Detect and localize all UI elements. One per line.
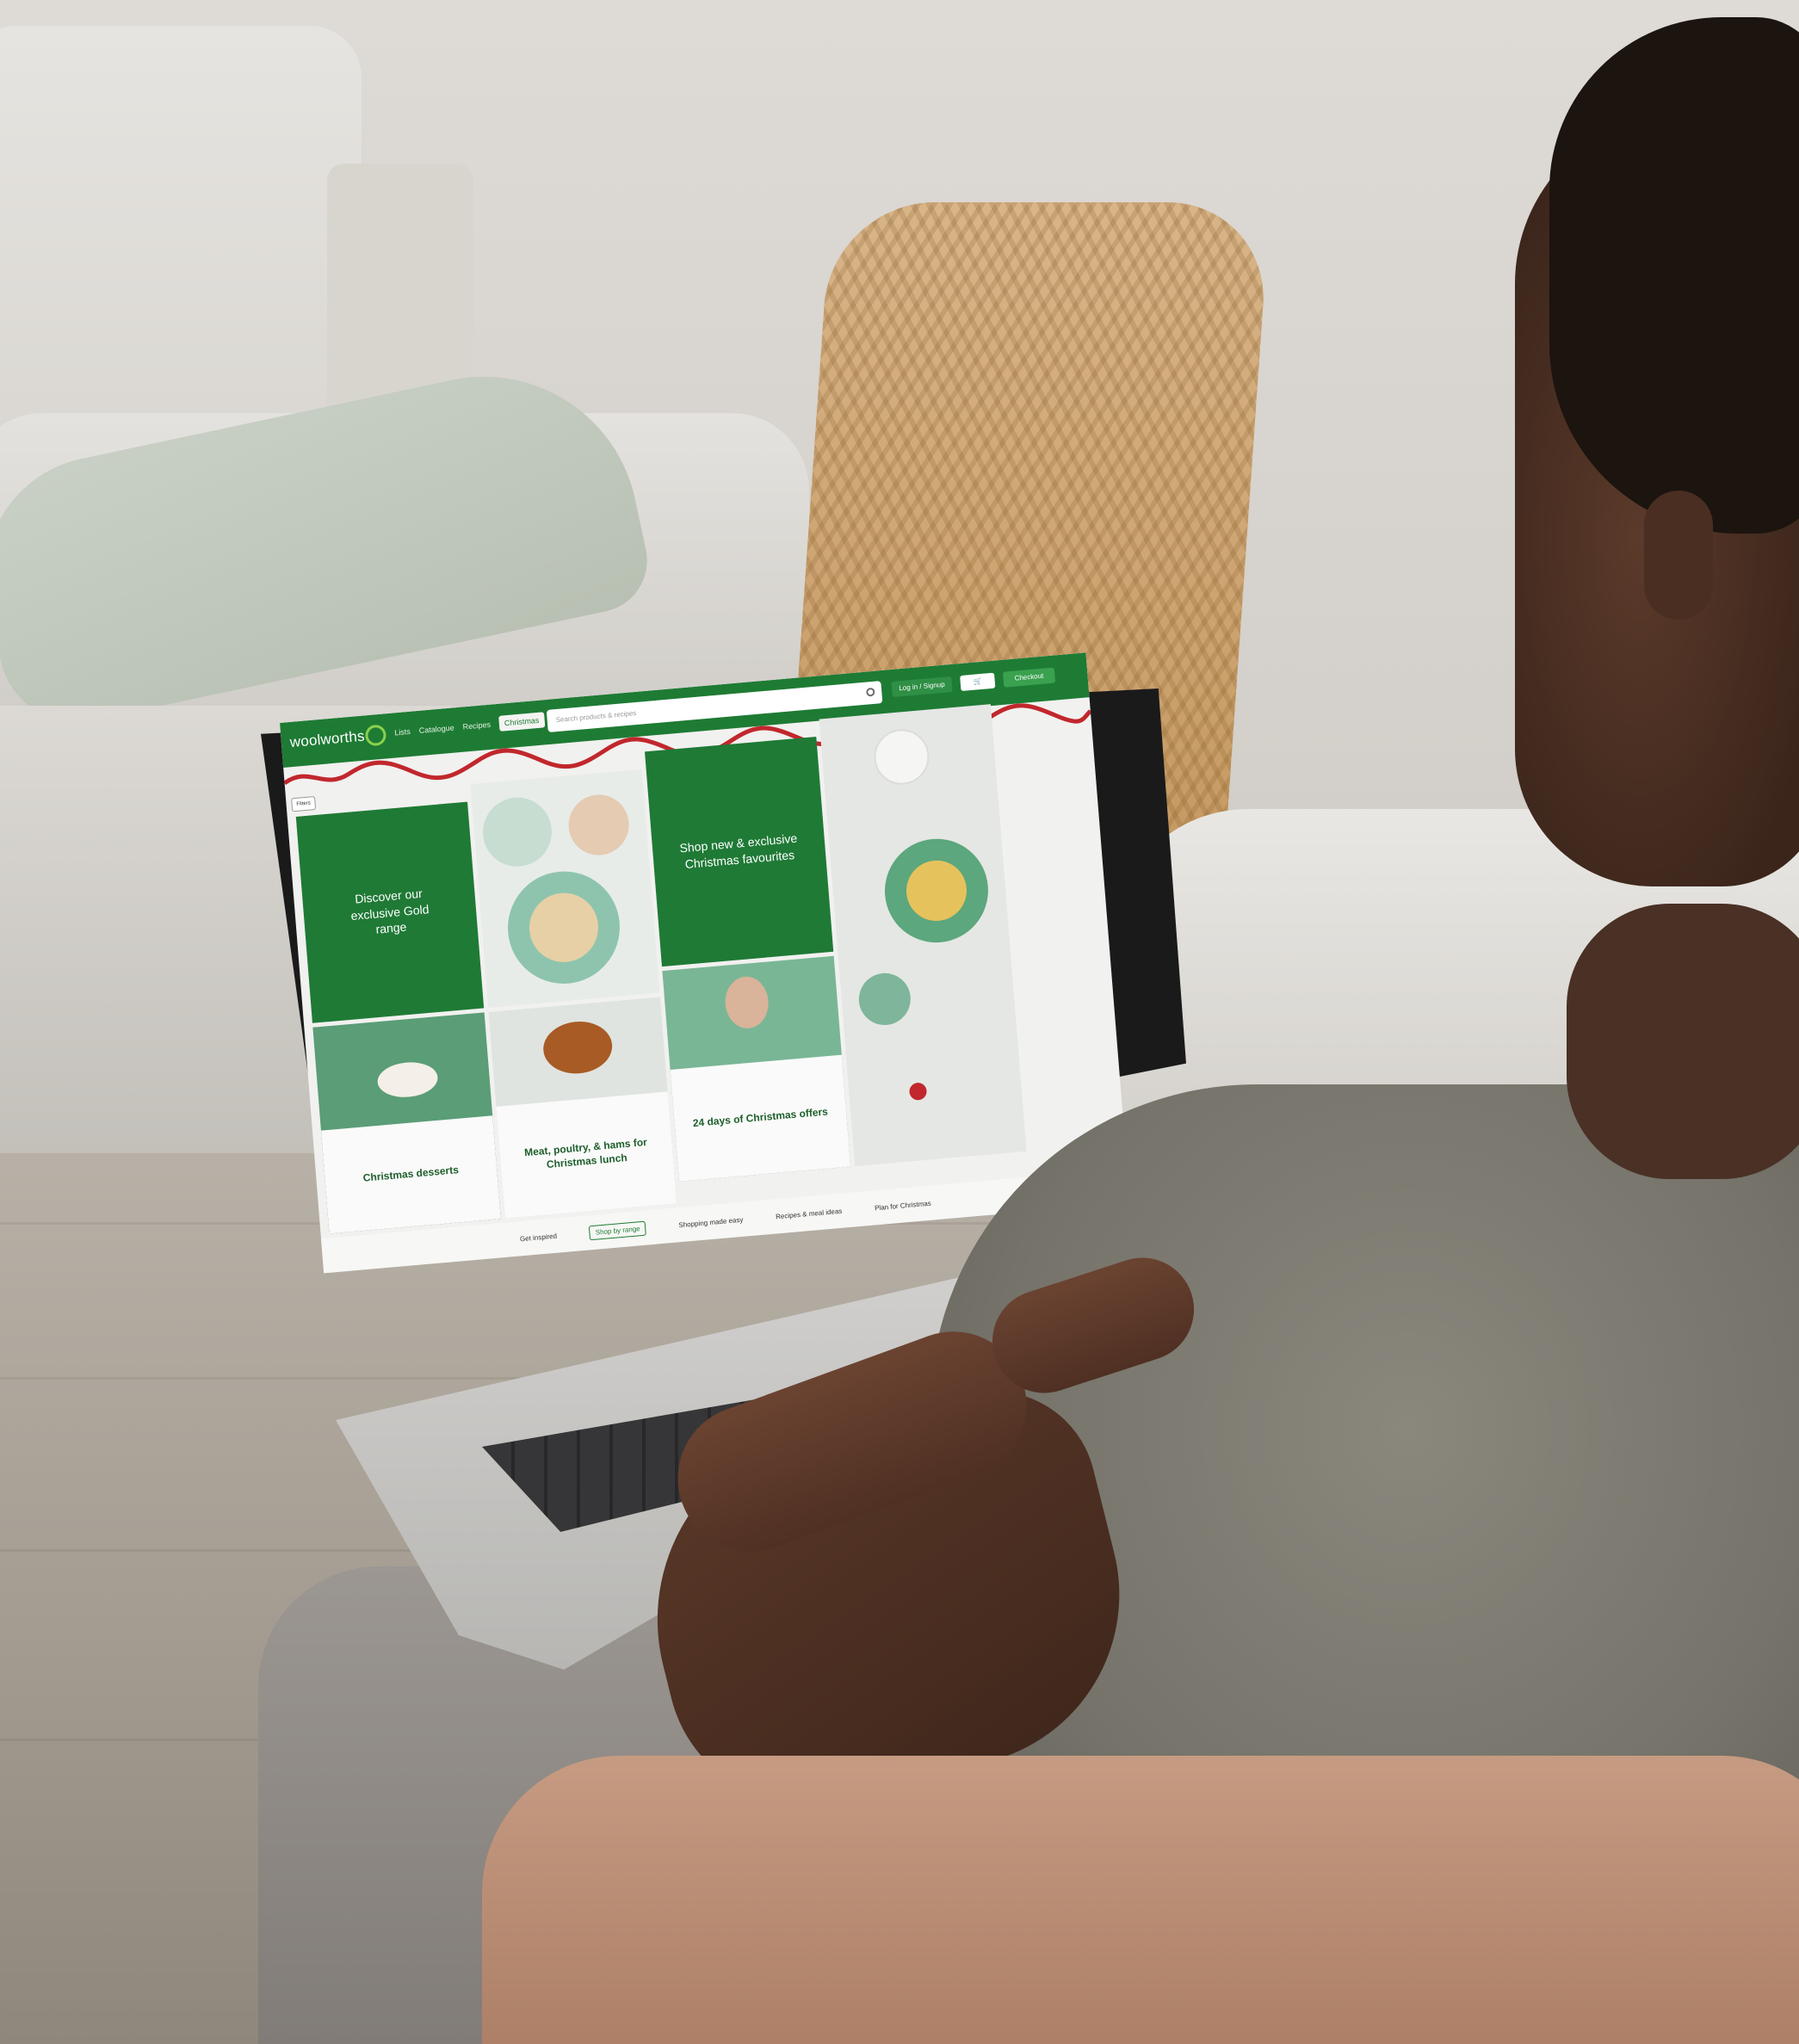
tile-gold-range-text: Discover our exclusive Gold range — [349, 886, 430, 937]
tile-shop-new-text: Shop new & exclusive Christmas favourite… — [678, 831, 798, 872]
person-icon — [723, 974, 770, 1030]
tile-meat[interactable]: Meat, poultry, & hams for Christmas lunc… — [488, 997, 677, 1219]
tile-shop-new[interactable]: Shop new & exclusive Christmas favourite… — [645, 736, 834, 967]
person-neck — [1567, 904, 1799, 1179]
tile-desserts[interactable]: Christmas desserts — [312, 1012, 501, 1234]
plate-icon — [871, 726, 931, 787]
brand-logo-icon — [364, 724, 387, 747]
tile-meat-caption: Meat, poultry, & hams for Christmas lunc… — [496, 1091, 677, 1219]
tile-gold-range[interactable]: Discover our exclusive Gold range — [295, 801, 485, 1023]
tile-desserts-photo[interactable] — [470, 769, 660, 1008]
person-ear — [1644, 491, 1713, 620]
tab-shopping-made-easy[interactable]: Shopping made easy — [678, 1215, 744, 1229]
nav-christmas[interactable]: Christmas — [498, 712, 545, 732]
login-button[interactable]: Log in / Signup — [891, 676, 953, 698]
filters-button[interactable]: Filters — [291, 795, 317, 812]
main-nav: Lists Catalogue Recipes Christmas — [394, 712, 545, 741]
tab-get-inspired[interactable]: Get inspired — [520, 1232, 558, 1243]
cart-icon[interactable]: 🛒 — [960, 672, 996, 692]
living-room-scene: woolworths Lists Catalogue Recipes Chris… — [0, 0, 1799, 2044]
nav-recipes[interactable]: Recipes — [462, 720, 491, 735]
checkout-button[interactable]: Checkout — [1002, 667, 1056, 688]
cake-icon — [376, 1059, 440, 1100]
cherry-icon — [908, 1082, 928, 1102]
search-placeholder: Search products & recipes — [555, 708, 637, 725]
foreground-cushion — [482, 1756, 1799, 2044]
roast-icon — [541, 1018, 615, 1077]
bowl-icon — [856, 971, 913, 1028]
person-hair — [1549, 17, 1799, 534]
search-icon[interactable] — [865, 687, 875, 697]
plate-icon — [566, 792, 632, 858]
tab-plan-christmas[interactable]: Plan for Christmas — [875, 1199, 931, 1212]
sofa-back-cushion — [0, 26, 362, 473]
tile-offers[interactable]: 24 days of Christmas offers — [662, 955, 851, 1182]
nav-catalogue[interactable]: Catalogue — [418, 723, 454, 738]
website-on-screen: woolworths Lists Catalogue Recipes Chris… — [280, 652, 1130, 1274]
tab-recipes-meal-ideas[interactable]: Recipes & meal ideas — [776, 1207, 843, 1220]
tab-shop-by-range[interactable]: Shop by range — [589, 1220, 647, 1240]
tile-dinner-photo[interactable] — [819, 704, 1027, 1167]
nav-lists[interactable]: Lists — [394, 727, 411, 741]
plate-icon — [479, 794, 555, 870]
tile-offers-caption: 24 days of Christmas offers — [670, 1054, 851, 1182]
tile-desserts-caption: Christmas desserts — [320, 1115, 501, 1234]
brand-logo[interactable]: woolworths — [289, 728, 365, 752]
